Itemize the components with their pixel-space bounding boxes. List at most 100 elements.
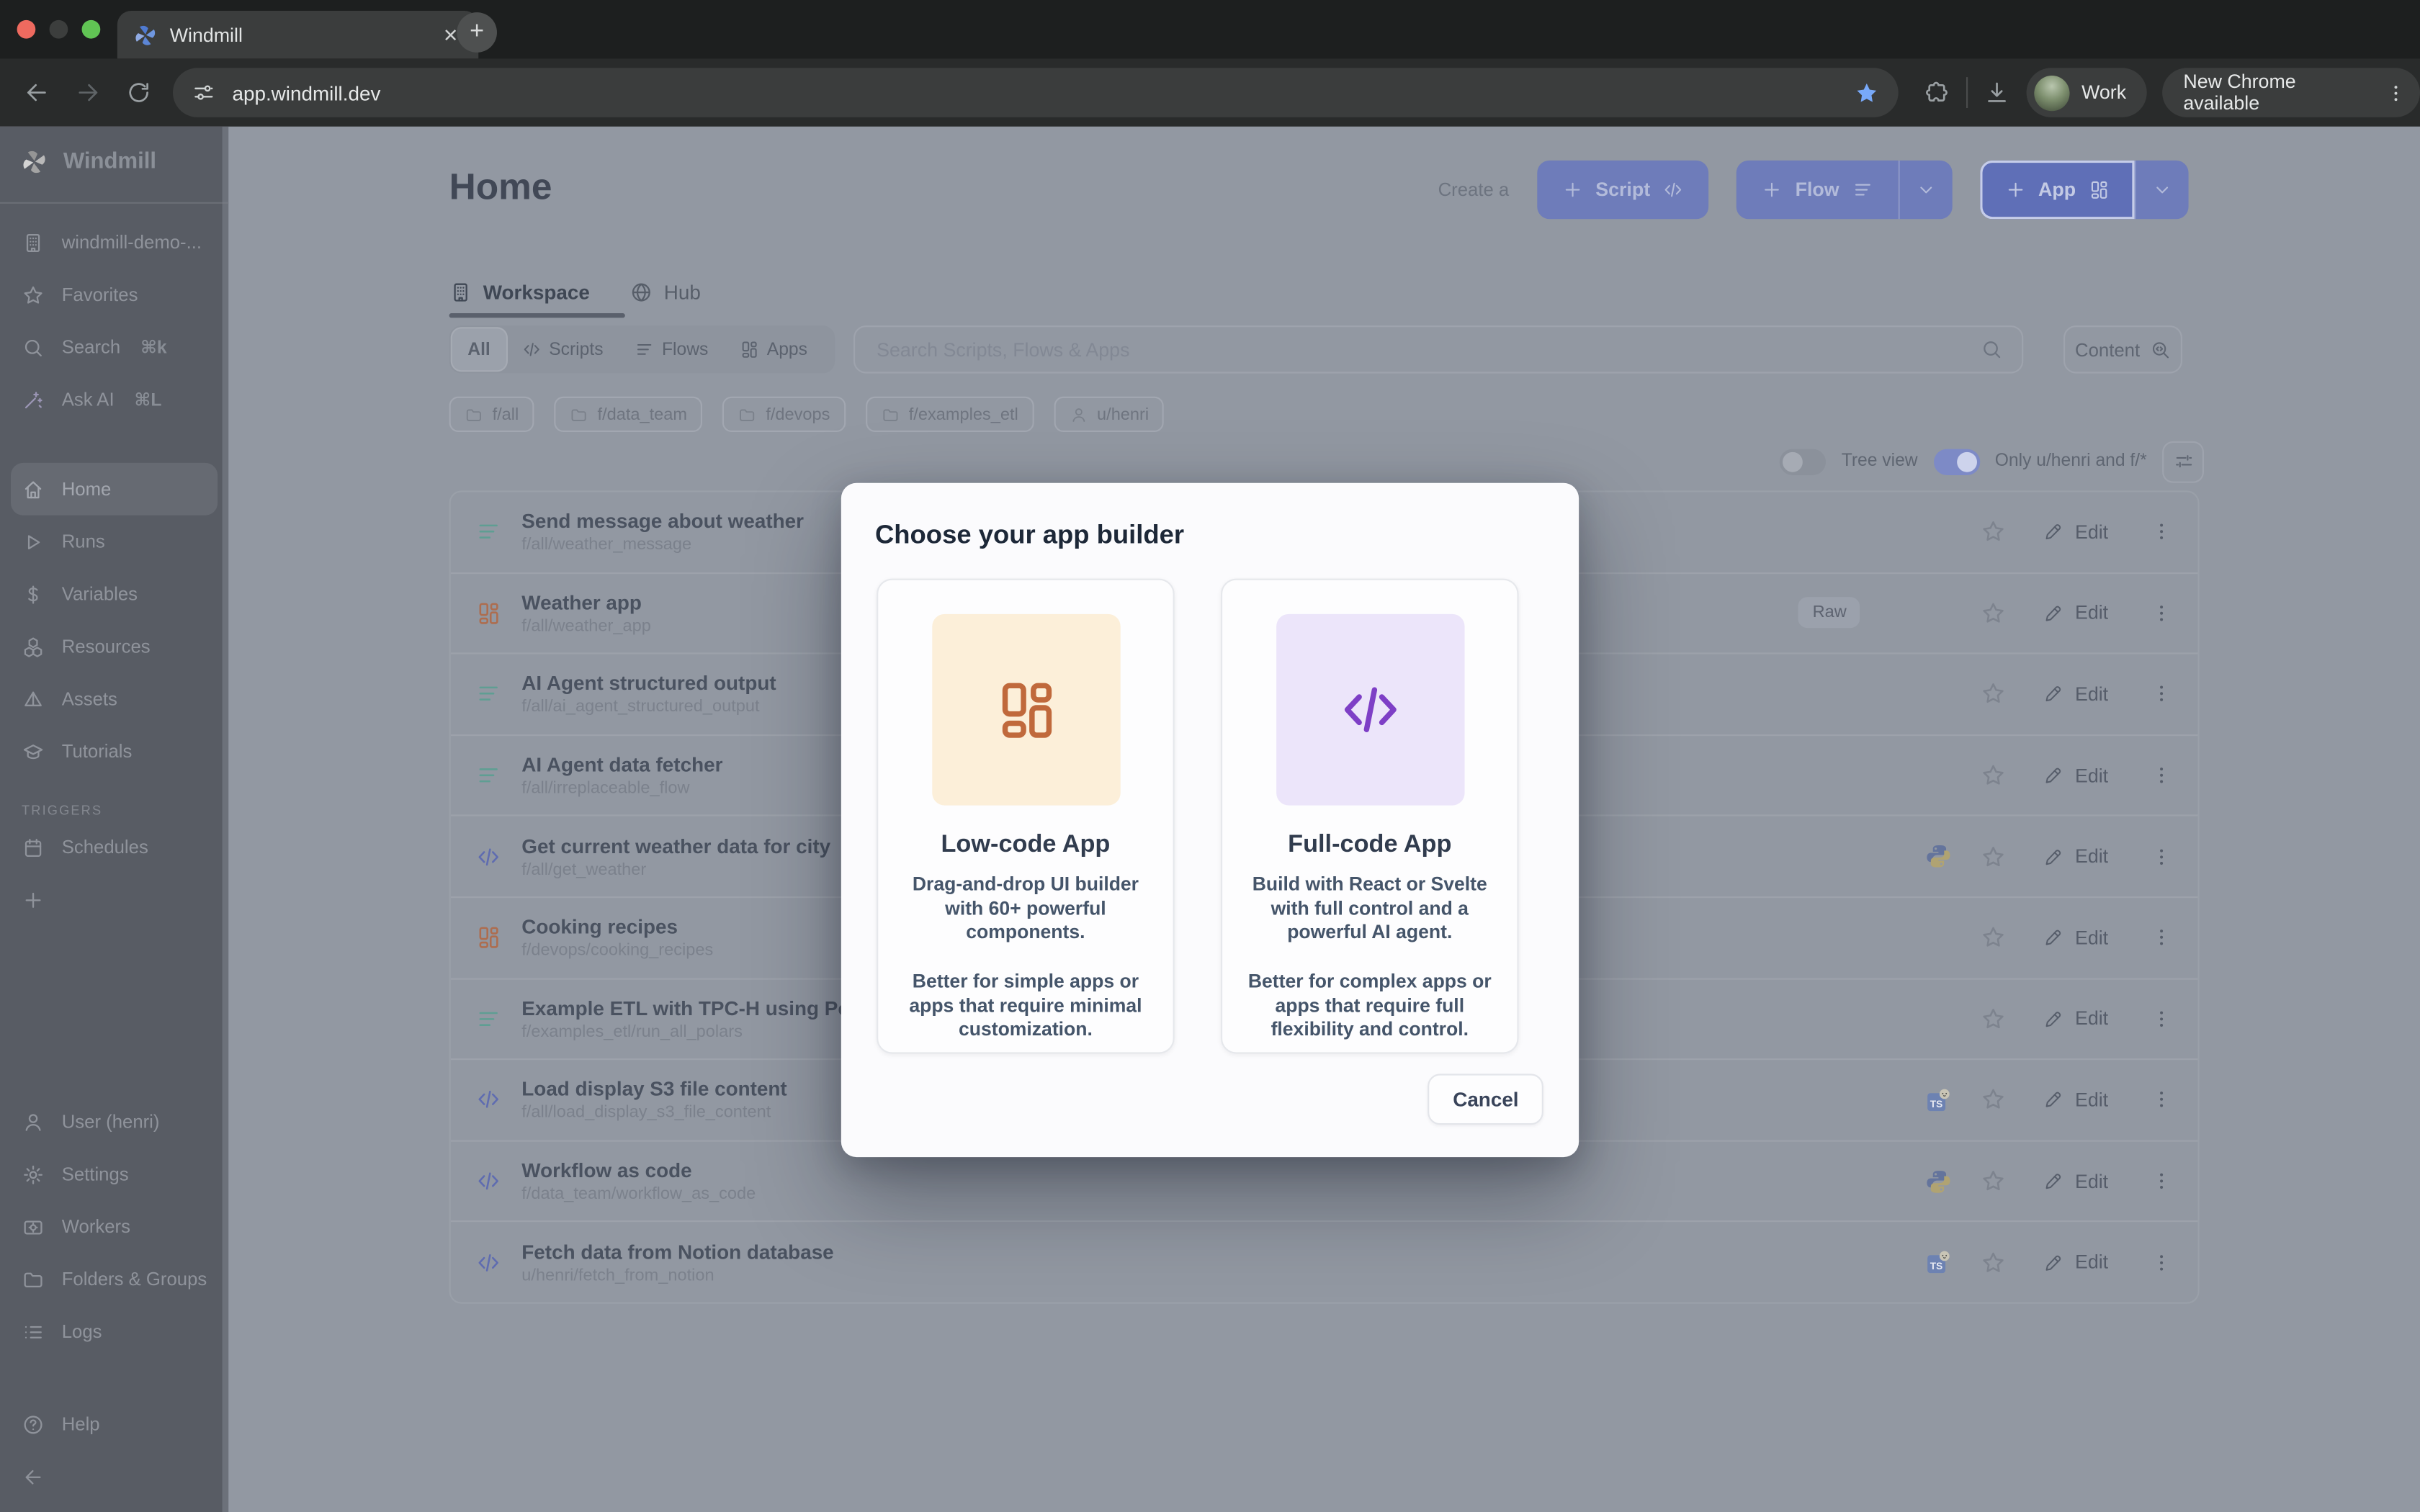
appgrid-icon <box>739 339 759 359</box>
filter-segment-flows[interactable]: Flows <box>619 328 724 370</box>
tab-hub[interactable]: Hub <box>630 280 701 303</box>
forward-icon[interactable] <box>73 78 101 107</box>
sidebar-item-help[interactable]: Help <box>0 1398 228 1450</box>
window-controls[interactable] <box>17 20 101 39</box>
maximize-window-button[interactable] <box>82 20 101 39</box>
edit-button[interactable]: Edit <box>2032 1242 2120 1282</box>
filter-chip-f-data-team[interactable]: f/data_team <box>555 397 703 432</box>
favorite-star-icon[interactable] <box>1981 1249 2007 1275</box>
sidebar-item-search[interactable]: Search⌘k <box>0 321 228 374</box>
app-builder-option-low-code-app[interactable]: Low-code AppDrag-and-drop UI builder wit… <box>877 579 1175 1054</box>
list-item[interactable]: Fetch data from Notion databaseu/henri/f… <box>451 1221 2198 1302</box>
chrome-update-button[interactable]: New Chrome available <box>2161 68 2420 117</box>
edit-button[interactable]: Edit <box>2032 674 2120 714</box>
create-flow-button[interactable]: Flow <box>1736 161 1898 219</box>
edit-button[interactable]: Edit <box>2032 1080 2120 1120</box>
sidebar-item-variables[interactable]: Variables <box>0 568 228 621</box>
content-search-button[interactable]: Content <box>2063 325 2182 373</box>
edit-button[interactable]: Edit <box>2032 999 2120 1039</box>
edit-button[interactable]: Edit <box>2032 837 2120 877</box>
favorite-star-icon[interactable] <box>1981 1006 2007 1032</box>
row-menu-button[interactable] <box>2146 1081 2177 1118</box>
profile-chip[interactable]: Work <box>2026 68 2146 117</box>
favorite-star-icon[interactable] <box>1981 681 2007 707</box>
filter-chip-f-devops[interactable]: f/devops <box>722 397 846 432</box>
bookmark-star-icon[interactable] <box>1854 79 1880 105</box>
sidebar-item-workers[interactable]: Workers <box>0 1200 228 1253</box>
row-menu-button[interactable] <box>2146 676 2177 713</box>
url-bar[interactable]: app.windmill.dev <box>174 68 1899 117</box>
sidebar-item-user-henri-[interactable]: User (henri) <box>0 1095 228 1148</box>
row-menu-button[interactable] <box>2146 513 2177 550</box>
favorite-star-icon[interactable] <box>1981 1168 2007 1194</box>
favorite-star-icon[interactable] <box>1981 762 2007 788</box>
flow-dropdown-button[interactable] <box>1898 161 1952 219</box>
filter-chip-u-henri[interactable]: u/henri <box>1054 397 1165 432</box>
favorite-star-icon[interactable] <box>1981 843 2007 869</box>
edit-button[interactable]: Edit <box>2032 512 2120 552</box>
edit-button[interactable]: Edit <box>2032 593 2120 634</box>
sidebar-item-button[interactable] <box>0 1450 228 1503</box>
display-settings-button[interactable] <box>2162 441 2204 482</box>
tab-workspace[interactable]: Workspace <box>449 280 590 303</box>
sidebar-item-assets[interactable]: Assets <box>0 672 228 725</box>
sidebar-item-windmill-demo-[interactable]: windmill-demo-... <box>0 216 228 269</box>
windmill-app: Windmill windmill-demo-...FavoritesSearc… <box>0 127 2420 1512</box>
sidebar-item-runs[interactable]: Runs <box>0 516 228 568</box>
filter-chip-f-all[interactable]: f/all <box>449 397 534 432</box>
back-icon[interactable] <box>23 78 50 107</box>
row-menu-button[interactable] <box>2146 595 2177 631</box>
sidebar-item-resources[interactable]: Resources <box>0 620 228 672</box>
edit-button[interactable]: Edit <box>2032 755 2120 796</box>
app-dropdown-button[interactable] <box>2135 161 2189 219</box>
label: Assets <box>62 688 117 710</box>
close-window-button[interactable] <box>17 20 36 39</box>
favorite-star-icon[interactable] <box>1981 1087 2007 1113</box>
extensions-puzzle-icon[interactable] <box>1924 78 1951 107</box>
row-menu-button[interactable] <box>2146 1163 2177 1200</box>
search-input[interactable] <box>874 337 1980 361</box>
sidebar-item-folders-groups[interactable]: Folders & Groups <box>0 1253 228 1305</box>
row-menu-button[interactable] <box>2146 1243 2177 1280</box>
row-menu-button[interactable] <box>2146 838 2177 875</box>
minimize-window-button[interactable] <box>50 20 68 39</box>
sidebar-item-button[interactable] <box>0 873 228 926</box>
site-info-icon[interactable] <box>192 80 217 104</box>
browser-tab[interactable]: Windmill ✕ <box>117 11 478 58</box>
new-tab-button[interactable]: + <box>457 12 497 53</box>
favorite-star-icon[interactable] <box>1981 519 2007 545</box>
sidebar-item-home[interactable]: Home <box>11 463 218 516</box>
brand[interactable]: Windmill <box>0 127 228 198</box>
sidebar-item-tutorials[interactable]: Tutorials <box>0 725 228 778</box>
create-app-button[interactable]: App <box>1980 161 2135 219</box>
search-box[interactable] <box>853 325 2023 373</box>
filter-chip-f-examples-etl[interactable]: f/examples_etl <box>866 397 1034 432</box>
cancel-button[interactable]: Cancel <box>1428 1074 1543 1125</box>
edit-button[interactable]: Edit <box>2032 1161 2120 1202</box>
row-menu-button[interactable] <box>2146 1000 2177 1037</box>
filter-segment-apps[interactable]: Apps <box>724 328 823 370</box>
row-menu-button[interactable] <box>2146 919 2177 956</box>
filter-segment-scripts[interactable]: Scripts <box>506 328 619 370</box>
sidebar-item-settings[interactable]: Settings <box>0 1148 228 1200</box>
star-icon <box>22 283 45 306</box>
sidebar-item-logs[interactable]: Logs <box>0 1305 228 1358</box>
edit-button[interactable]: Edit <box>2032 917 2120 958</box>
app-builder-modal: Choose your app builder Low-code AppDrag… <box>841 483 1579 1157</box>
sidebar-item-favorites[interactable]: Favorites <box>0 269 228 321</box>
reload-icon[interactable] <box>125 78 152 107</box>
row-menu-button[interactable] <box>2146 757 2177 793</box>
app-builder-option-full-code-app[interactable]: Full-code AppBuild with React or Svelte … <box>1221 579 1519 1054</box>
create-script-button[interactable]: Script <box>1537 161 1709 219</box>
tree-view-toggle[interactable] <box>1780 449 1826 474</box>
url-text[interactable]: app.windmill.dev <box>232 81 1838 104</box>
sidebar-item-schedules[interactable]: Schedules <box>0 821 228 873</box>
option-description: Build with React or Svelte with full con… <box>1222 873 1517 1043</box>
favorite-star-icon[interactable] <box>1981 600 2007 626</box>
filter-segment-all[interactable]: All <box>452 328 506 370</box>
favorite-star-icon[interactable] <box>1981 924 2007 950</box>
kebab-menu-icon[interactable] <box>2385 81 2408 104</box>
downloads-icon[interactable] <box>1984 78 2011 107</box>
owner-filter-toggle[interactable] <box>1933 449 1979 474</box>
sidebar-item-ask-ai[interactable]: Ask AI⌘L <box>0 374 228 426</box>
